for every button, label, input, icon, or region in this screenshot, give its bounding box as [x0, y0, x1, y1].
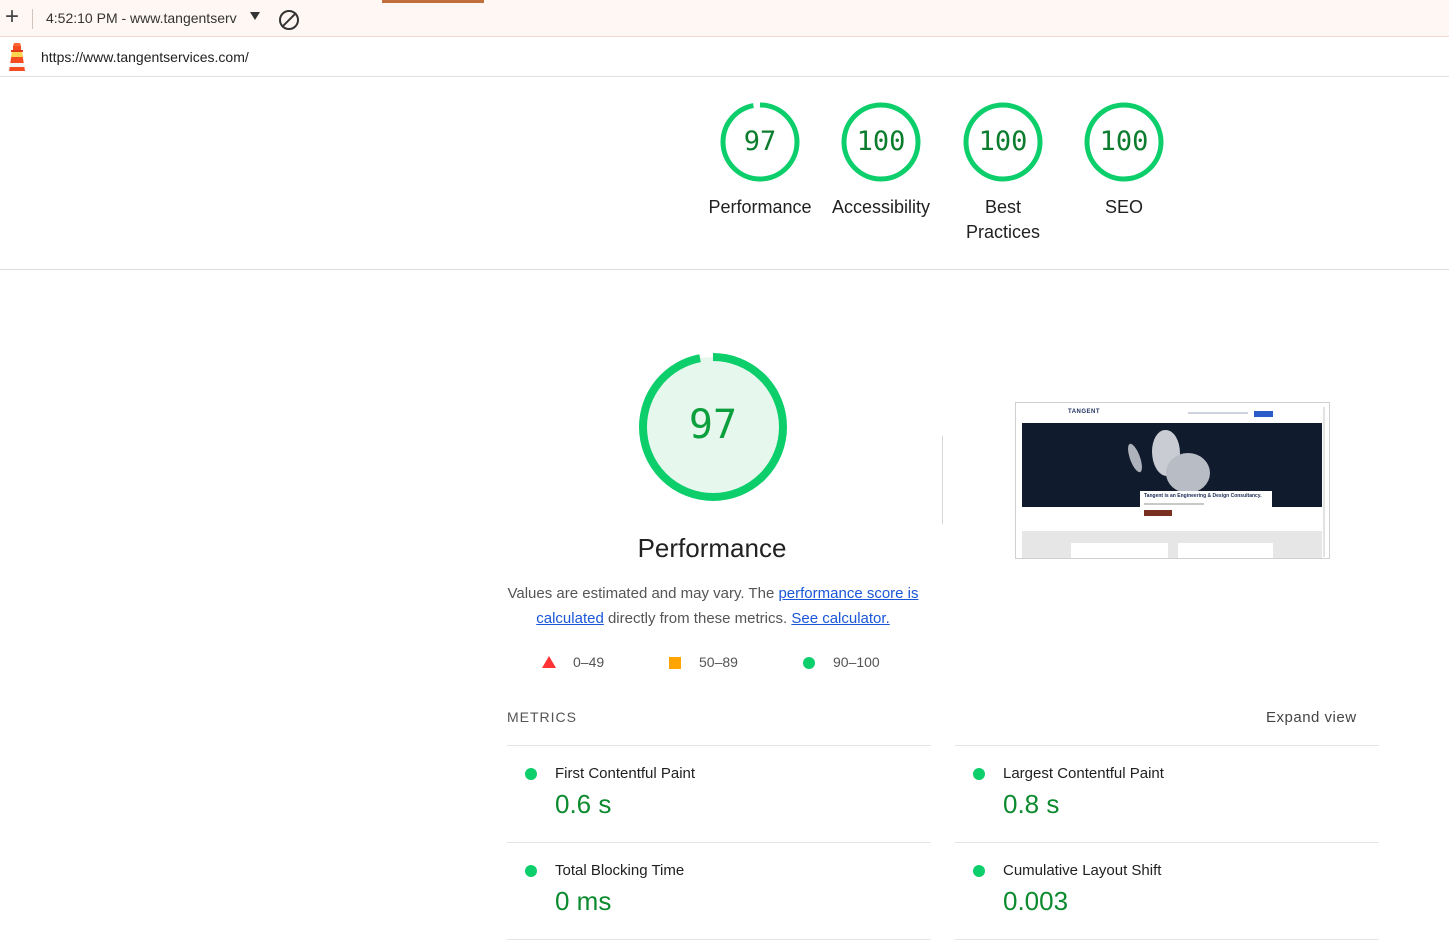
metrics-header: METRICS — [507, 709, 577, 725]
metric-value: 0.6 s — [555, 789, 612, 819]
thumb-scrollbar — [1323, 407, 1325, 557]
metric-value: 0.8 s — [1003, 789, 1060, 819]
metric-divider — [507, 939, 931, 940]
pass-circle-icon — [973, 768, 985, 780]
thumb-nav-links — [1188, 412, 1248, 414]
fail-triangle-icon — [542, 656, 556, 668]
metric-value: 0 ms — [555, 886, 612, 916]
metric-label: Cumulative Layout Shift — [1003, 862, 1162, 879]
thumb-cta — [1144, 510, 1172, 516]
metric-largest-contentful-paint: Largest Contentful Paint 0.8 s — [955, 746, 1379, 842]
gauge-score: 100 — [978, 126, 1028, 157]
gauge-accessibility[interactable]: 100 Accessibility — [826, 101, 936, 220]
report-url-bar: https://www.tangentservices.com/ — [0, 37, 1449, 77]
legend-average-range: 50–89 — [699, 654, 738, 670]
thumb-band — [1022, 531, 1322, 558]
metric-label: Total Blocking Time — [555, 862, 685, 879]
gauge-score: 100 — [1099, 126, 1149, 157]
gauge-score: 97 — [743, 126, 777, 157]
metric-label: Largest Contentful Paint — [1003, 765, 1164, 782]
performance-title: Performance — [637, 533, 787, 563]
thumb-card — [1071, 543, 1168, 558]
section-divider — [942, 436, 943, 524]
thumb-headline: Tangent is an Engineering & Design Consu… — [1144, 493, 1262, 499]
gauge-label: Performance — [708, 197, 812, 217]
legend-pass-range: 90–100 — [833, 654, 880, 670]
metric-total-blocking-time: Total Blocking Time 0 ms — [507, 843, 931, 939]
gauge-performance[interactable]: 97 Performance — [705, 101, 815, 220]
thumb-brand: TANGENT — [1068, 409, 1101, 415]
pass-circle-icon — [803, 657, 815, 669]
metric-cumulative-layout-shift: Cumulative Layout Shift 0.003 — [955, 843, 1379, 939]
report-toolbar: + 4:52:10 PM - www.tangentserv — [0, 0, 1449, 37]
gauge-score: 100 — [856, 126, 906, 157]
report-url[interactable]: https://www.tangentservices.com/ — [41, 49, 249, 65]
metric-label: First Contentful Paint — [555, 765, 696, 782]
toolbar-divider — [32, 9, 33, 29]
lighthouse-icon — [9, 43, 25, 71]
desc-text: directly from these metrics. — [603, 610, 792, 627]
thumb-nav-button — [1254, 411, 1273, 417]
performance-gauge: 97 — [636, 350, 790, 504]
see-calculator-link[interactable]: See calculator. — [791, 610, 889, 627]
gauge-label: Best Practices — [965, 197, 1041, 242]
gauge-label: Accessibility — [831, 197, 931, 217]
thumb-subtext — [1144, 503, 1204, 505]
active-tab-indicator — [382, 0, 484, 3]
metric-value: 0.003 — [1003, 886, 1069, 916]
thumb-hero-card: Tangent is an Engineering & Design Consu… — [1140, 491, 1272, 521]
performance-score: 97 — [688, 402, 738, 448]
report-selector[interactable]: 4:52:10 PM - www.tangentserv — [46, 10, 237, 26]
new-report-button[interactable]: + — [3, 5, 21, 29]
legend-fail-range: 0–49 — [573, 654, 605, 670]
metric-divider — [955, 939, 1379, 940]
metric-first-contentful-paint: First Contentful Paint 0.6 s — [507, 746, 931, 842]
desc-text: Values are estimated and may vary. The — [507, 585, 779, 602]
gauge-best-practices[interactable]: 100 Best Practices — [948, 101, 1058, 245]
gauge-seo[interactable]: 100 SEO — [1069, 101, 1179, 220]
average-square-icon — [669, 657, 681, 669]
performance-description: Values are estimated and may vary. The p… — [507, 581, 919, 631]
score-legend: 0–49 50–89 90–100 — [540, 653, 900, 673]
pass-circle-icon — [973, 865, 985, 877]
final-screenshot[interactable]: TANGENT Tangent is an Engineering & Desi… — [1015, 402, 1330, 559]
pass-circle-icon — [525, 768, 537, 780]
clear-icon[interactable] — [279, 10, 299, 30]
pass-circle-icon — [525, 865, 537, 877]
gauge-label: SEO — [1104, 197, 1143, 217]
expand-view-button[interactable]: Expand view — [1266, 709, 1357, 726]
chevron-down-icon[interactable] — [250, 12, 260, 20]
thumb-card — [1178, 543, 1273, 558]
thumb-sculpture — [1166, 453, 1210, 493]
score-gauges: 97 Performance 100 Accessibility 100 Bes… — [0, 78, 1449, 270]
thumb-nav: TANGENT — [1016, 403, 1329, 423]
